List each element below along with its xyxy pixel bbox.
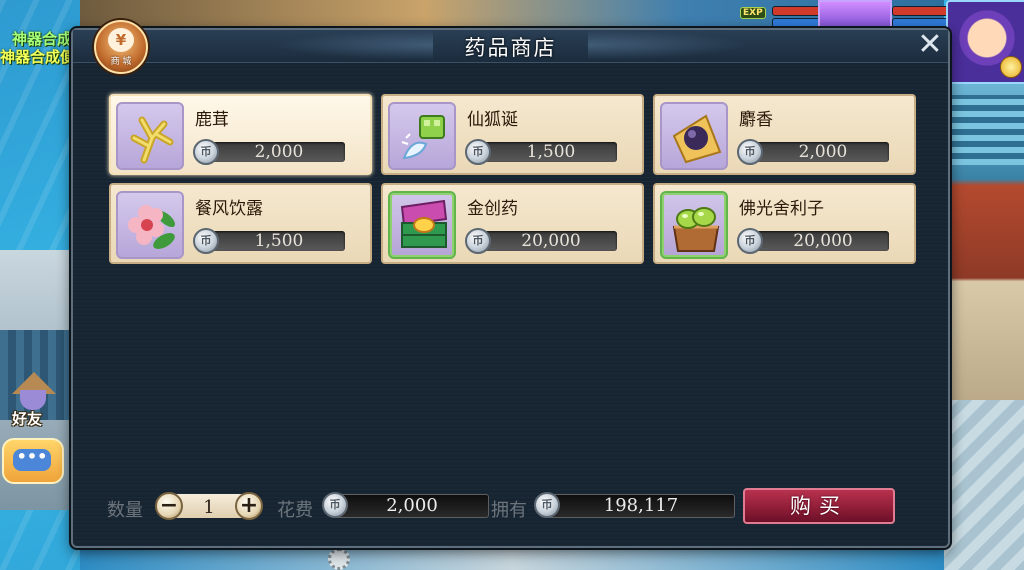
chat-bubble-icon: ••• bbox=[13, 449, 51, 471]
item-name: 鹿茸 bbox=[195, 110, 229, 130]
silver-coin-icon: 币 bbox=[322, 492, 348, 518]
item-name: 金创药 bbox=[467, 199, 518, 219]
medicine-shop-dialog: 药品商店 ✕ ¥ 商 城 鹿茸 币 2,000 仙狐诞 币 1,500 麝香 币… bbox=[71, 20, 950, 548]
cost-value: 2,000 bbox=[335, 494, 489, 518]
relic-box-icon bbox=[660, 191, 728, 259]
item-price: 20,000 bbox=[793, 231, 853, 251]
gold-coin-icon bbox=[1000, 56, 1022, 78]
dialog-title: 药品商店 bbox=[464, 36, 557, 60]
pet-hp-bar bbox=[772, 6, 820, 16]
dialog-title-bar: 药品商店 ✕ bbox=[73, 30, 948, 63]
minus-button[interactable]: − bbox=[155, 492, 183, 520]
item-price: 2,000 bbox=[798, 142, 848, 162]
item-grid: 鹿茸 币 2,000 仙狐诞 币 1,500 麝香 币 2,000 餐风饮露 币… bbox=[109, 94, 917, 264]
buy-button[interactable]: 购买 bbox=[743, 488, 895, 524]
medicine-chest-icon bbox=[388, 191, 456, 259]
stone-ground bbox=[944, 400, 1024, 570]
purchase-bar: 数量 − 1 + 花费 2,000 币 拥有 198,117 币 购买 bbox=[73, 488, 948, 528]
friend-avatar-icon bbox=[20, 390, 46, 410]
shop-item-xianhudan[interactable]: 仙狐诞 币 1,500 bbox=[381, 94, 644, 175]
item-name: 佛光舍利子 bbox=[739, 199, 824, 219]
antler-icon bbox=[116, 102, 184, 170]
owned-label: 拥有 bbox=[491, 500, 527, 521]
musk-pouch-icon bbox=[660, 102, 728, 170]
shop-item-canfengyinlu[interactable]: 餐风饮露 币 1,500 bbox=[109, 183, 372, 264]
gear-icon[interactable] bbox=[328, 548, 350, 570]
cost-label: 花费 bbox=[277, 500, 313, 521]
item-price: 2,000 bbox=[254, 142, 304, 162]
mall-label: 商 城 bbox=[110, 57, 132, 67]
close-button[interactable]: ✕ bbox=[916, 30, 944, 60]
item-price: 20,000 bbox=[521, 231, 581, 251]
exp-badge: EXP bbox=[740, 7, 766, 19]
item-price: 1,500 bbox=[526, 142, 576, 162]
shop-item-shexiang[interactable]: 麝香 币 2,000 bbox=[653, 94, 916, 175]
item-name: 麝香 bbox=[739, 110, 773, 130]
scenery-bottom bbox=[80, 545, 944, 570]
silver-coin-icon: 币 bbox=[737, 228, 763, 254]
flower-icon bbox=[116, 191, 184, 259]
friend-button[interactable]: 好友 bbox=[8, 372, 58, 432]
shop-item-jinchuangyao[interactable]: 金创药 币 20,000 bbox=[381, 183, 644, 264]
silver-coin-icon: 币 bbox=[465, 228, 491, 254]
quantity-label: 数量 bbox=[107, 500, 143, 521]
item-name: 仙狐诞 bbox=[467, 110, 518, 130]
silver-coin-icon: 币 bbox=[465, 139, 491, 165]
quantity-value[interactable]: 1 bbox=[189, 497, 229, 518]
item-name: 餐风饮露 bbox=[195, 199, 263, 219]
shop-item-lurong[interactable]: 鹿茸 币 2,000 bbox=[109, 94, 372, 175]
mall-button[interactable]: ¥ 商 城 bbox=[94, 20, 148, 74]
silver-coin-icon: 币 bbox=[534, 492, 560, 518]
friend-label: 好友 bbox=[12, 410, 43, 428]
building-right-roof bbox=[949, 95, 1024, 165]
chat-button[interactable]: ••• bbox=[2, 438, 64, 484]
shop-item-foguangshelizi[interactable]: 佛光舍利子 币 20,000 bbox=[653, 183, 916, 264]
pet-mp-bar bbox=[772, 18, 820, 28]
plus-button[interactable]: + bbox=[235, 492, 263, 520]
player-hp-bar bbox=[892, 6, 950, 16]
silver-coin-icon: 币 bbox=[737, 139, 763, 165]
owned-value: 198,117 bbox=[547, 494, 735, 518]
silver-coin-icon: 币 bbox=[193, 228, 219, 254]
item-price: 1,500 bbox=[254, 231, 304, 251]
mall-rabbit-icon: ¥ bbox=[108, 28, 134, 52]
silver-coin-icon: 币 bbox=[193, 139, 219, 165]
potion-bottle-icon bbox=[388, 102, 456, 170]
side-label-artifact-quick[interactable]: 神器合成便 bbox=[0, 46, 75, 67]
